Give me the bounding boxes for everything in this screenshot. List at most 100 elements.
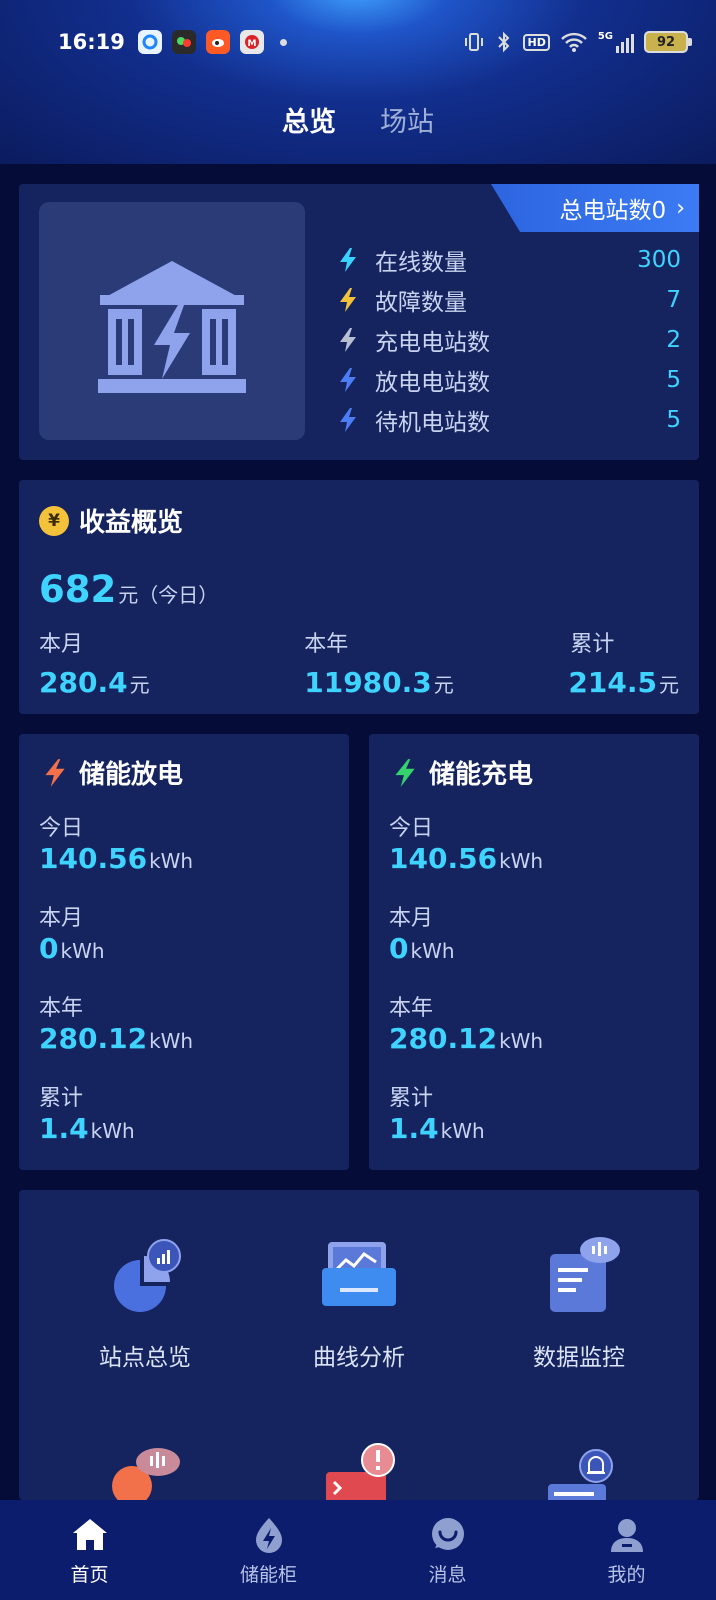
stat-fault: 故障数量 7 (333, 280, 699, 320)
menu-item-notification[interactable] (479, 1436, 679, 1500)
energy-value: 1.4 (389, 1112, 439, 1145)
bolt-icon (340, 248, 356, 272)
income-unit: 元 (659, 673, 679, 697)
income-period-value: 11980.3 (304, 666, 432, 699)
stat-online: 在线数量 300 (333, 240, 699, 280)
income-month: 本月 280.4 元 (39, 626, 150, 699)
function-grid: 站点总览 曲线分析 数据监控 (19, 1190, 699, 1500)
income-period-label: 本年 (304, 632, 349, 657)
hd-indicator: HD (523, 33, 550, 51)
station-summary-card: 总电站数0 › 在线数量 300 故障数量 7 充电电站数 2 放电电站数 5 … (19, 184, 699, 460)
top-tabs: 总览 场站 (0, 100, 716, 139)
app-header: 16:19 M HD 5G 92 总览 场站 (0, 0, 716, 164)
charge-total: 累计 1.4 kWh (389, 1080, 485, 1145)
stat-label: 充电电站数 (375, 330, 490, 356)
stat-value: 2 (666, 327, 681, 353)
charge-year: 本年 280.12 kWh (389, 990, 543, 1055)
energy-value: 140.56 (389, 842, 498, 875)
status-time: 16:19 (58, 30, 125, 54)
charge-title: 储能充电 (389, 754, 533, 791)
more-notifications-dot (280, 38, 287, 46)
menu-item-label: 数据监控 (533, 1345, 625, 1371)
income-title-text: 收益概览 (79, 508, 184, 538)
bolt-icon (395, 758, 415, 787)
stat-label: 在线数量 (375, 250, 467, 276)
home-icon (72, 1518, 107, 1550)
energy-label: 累计 (389, 1086, 434, 1111)
income-today: 682 元 （今日） (39, 568, 218, 611)
income-unit: 元 (118, 583, 139, 607)
charge-month: 本月 0 kWh (389, 900, 455, 965)
stat-charging: 充电电站数 2 (333, 320, 699, 360)
discharge-month: 本月 0 kWh (39, 900, 105, 965)
bolt-icon (340, 408, 356, 432)
energy-unit: kWh (149, 849, 194, 873)
income-period-value: 214.5 (568, 666, 657, 699)
energy-label: 今日 (39, 816, 84, 841)
nav-energy-cabinet[interactable]: 储能柜 (179, 1500, 358, 1600)
wifi-icon (560, 32, 587, 52)
menu-item-label: 站点总览 (99, 1345, 191, 1371)
nav-home[interactable]: 首页 (0, 1500, 179, 1600)
energy-value: 1.4 (39, 1112, 89, 1145)
line-chart-icon (322, 1242, 396, 1306)
stat-label: 放电电站数 (375, 370, 490, 396)
system-indicators: HD 5G 92 (463, 31, 692, 53)
income-title: ¥ 收益概览 (39, 502, 183, 539)
stat-value: 300 (637, 247, 681, 273)
energy-label: 本月 (389, 906, 434, 931)
menu-item-curve-analysis[interactable]: 曲线分析 (259, 1232, 459, 1372)
status-bar: 16:19 M HD 5G 92 (0, 22, 716, 62)
bolt-icon (340, 288, 356, 312)
notification-icons: M (138, 30, 287, 54)
charge-title-text: 储能充电 (429, 760, 534, 790)
bottom-navigation: 首页 储能柜 消息 我的 (0, 1500, 716, 1600)
energy-cabinet-icon (255, 1517, 282, 1553)
message-icon (431, 1517, 464, 1550)
vibrate-icon (465, 33, 484, 51)
bank-app-icon: M (240, 30, 264, 54)
energy-unit: kWh (440, 1119, 485, 1143)
stat-value: 5 (666, 367, 681, 393)
battery-indicator: 92 (644, 31, 692, 53)
charge-card: 储能充电 今日 140.56 kWh 本月 0 kWh 本年 280.12 kWh 累… (369, 734, 699, 1170)
income-period-label: 本月 (39, 632, 84, 657)
network-type: 5G (597, 31, 613, 42)
income-total: 累计 214.5 元 (568, 626, 679, 699)
menu-item-station-overview[interactable]: 站点总览 (45, 1232, 245, 1372)
energy-label: 今日 (389, 816, 434, 841)
nav-profile[interactable]: 我的 (537, 1500, 716, 1600)
stat-value: 7 (666, 287, 681, 313)
income-year: 本年 11980.3 元 (304, 626, 454, 699)
discharge-card: 储能放电 今日 140.56 kWh 本月 0 kWh 本年 280.12 kWh 累… (19, 734, 349, 1170)
tab-overview[interactable]: 总览 (282, 100, 336, 139)
menu-item-weather[interactable] (45, 1436, 245, 1500)
energy-unit: kWh (499, 1029, 544, 1053)
income-today-note: （今日） (138, 583, 219, 607)
stat-discharging: 放电电站数 5 (333, 360, 699, 400)
energy-label: 本年 (39, 996, 84, 1021)
video-app-icon (172, 30, 196, 54)
signal-icon: 5G (598, 31, 634, 53)
station-stats: 在线数量 300 故障数量 7 充电电站数 2 放电电站数 5 待机电站数 5 (333, 240, 699, 440)
menu-item-label: 曲线分析 (313, 1345, 405, 1371)
data-monitor-icon (550, 1237, 620, 1312)
chevron-right-icon: › (676, 195, 685, 221)
bluetooth-icon (498, 31, 510, 53)
discharge-title-text: 储能放电 (79, 760, 184, 790)
energy-value: 280.12 (389, 1022, 498, 1055)
nav-label: 消息 (428, 1563, 467, 1586)
bolt-icon (340, 328, 356, 352)
menu-item-alarm[interactable] (259, 1436, 459, 1500)
stat-value: 5 (666, 407, 681, 433)
energy-value: 280.12 (39, 1022, 148, 1055)
menu-item-data-monitor[interactable]: 数据监控 (479, 1232, 679, 1372)
energy-value: 0 (39, 932, 59, 965)
energy-label: 累计 (39, 1086, 84, 1111)
energy-value: 140.56 (39, 842, 148, 875)
power-station-icon (98, 261, 246, 393)
tab-station[interactable]: 场站 (380, 100, 434, 139)
nav-messages[interactable]: 消息 (358, 1500, 537, 1600)
total-stations-button[interactable]: 总电站数0 › (491, 184, 699, 232)
energy-label: 本年 (389, 996, 434, 1021)
